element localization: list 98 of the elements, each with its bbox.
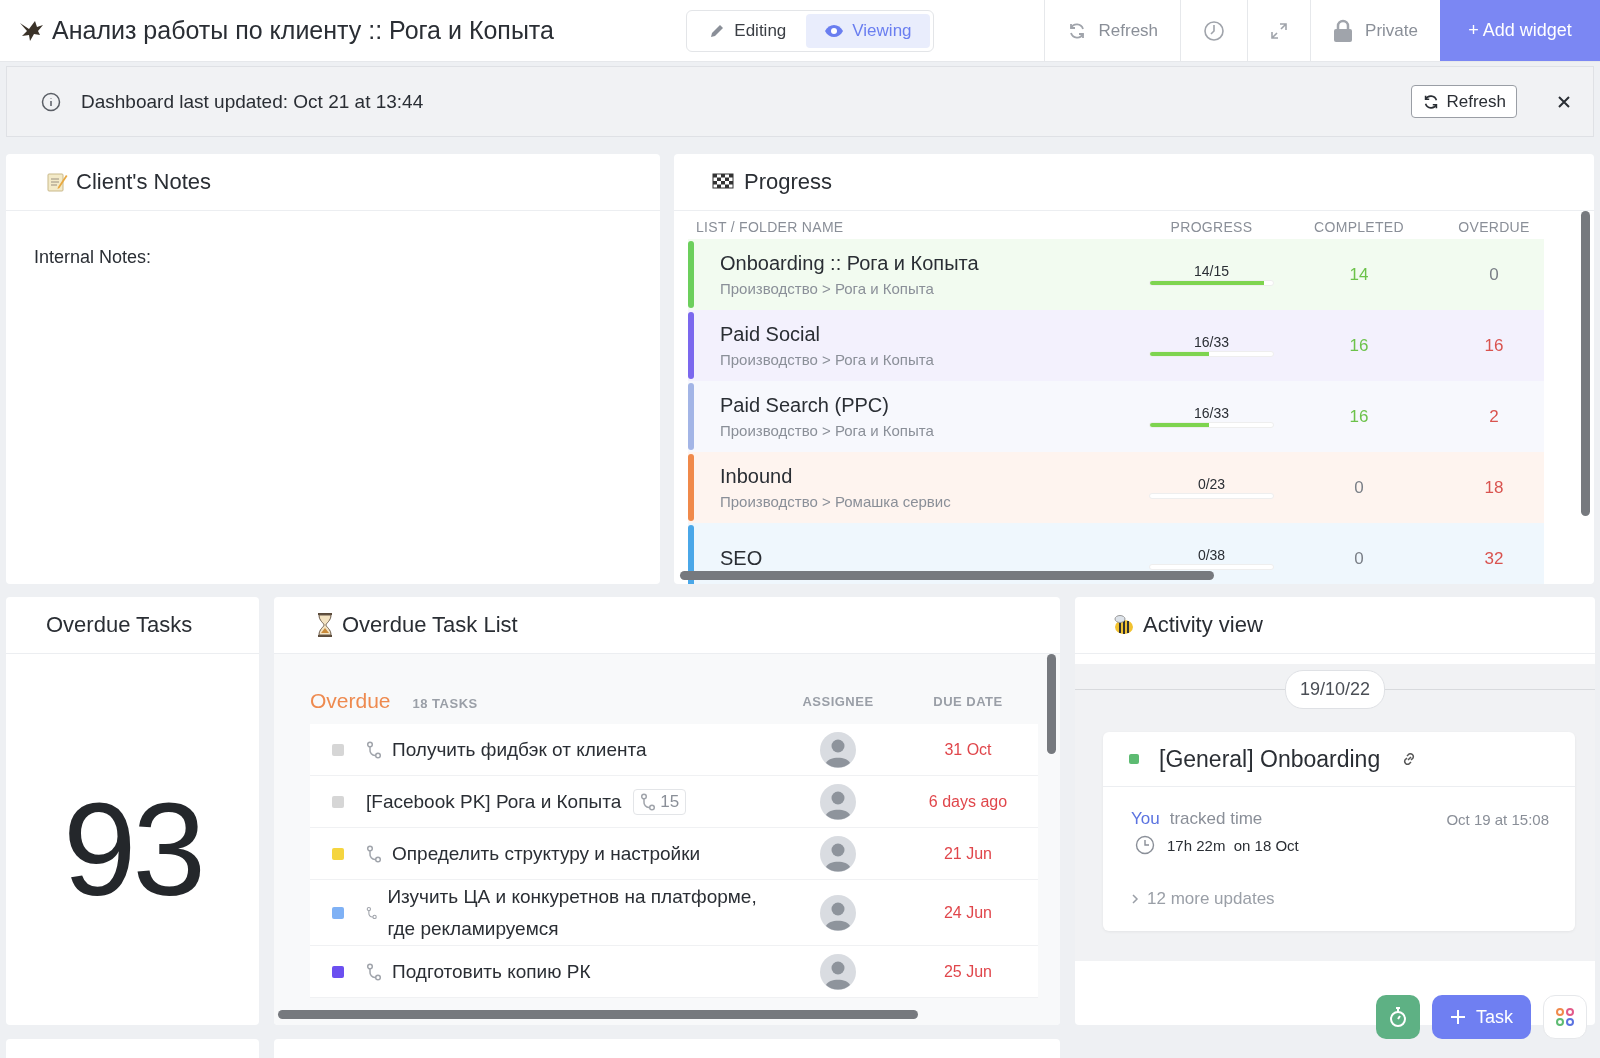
due-date: 25 Jun <box>942 962 993 981</box>
overdue-count: 2 <box>1488 406 1500 427</box>
status-square[interactable] <box>332 906 344 919</box>
list-name[interactable]: SEO <box>720 547 1149 570</box>
list-name[interactable]: Paid Search (PPC) <box>720 394 1149 417</box>
plus-icon <box>1450 1009 1466 1025</box>
overdue-total: 93 <box>62 775 203 925</box>
avatar <box>820 953 856 990</box>
list-row[interactable]: SEO 0/38 0 32 <box>688 523 1544 584</box>
checkered-flag-icon <box>712 172 736 192</box>
avatar <box>820 894 856 931</box>
list-row[interactable]: Inbound Производство > Ромашка сервис 0/23 0 18 <box>688 452 1544 523</box>
list-name[interactable]: Paid Social <box>720 323 1149 346</box>
chevron-icon <box>1131 893 1139 905</box>
widget-title: Progress <box>744 169 833 195</box>
folder-path: Производство > Рога и Копыта <box>720 280 935 297</box>
overdue-count: 0 <box>1488 264 1500 285</box>
task-name[interactable]: Изучить ЦА и конкуретнов на платформе, где рекламируемся <box>387 880 778 945</box>
due-date: 6 days ago <box>927 792 1009 811</box>
column-header: LIST / FOLDER NAME <box>696 219 845 235</box>
task-name[interactable]: Подготовить копию РК <box>392 955 591 988</box>
column-header: ASSIGNEE <box>801 693 875 709</box>
widget-title: Overdue Tasks <box>46 612 193 638</box>
due-date: 24 Jun <box>942 903 993 922</box>
progress-ratio: 16/33 <box>1193 334 1229 350</box>
refresh-button[interactable]: Refresh <box>1411 85 1517 118</box>
apps-button[interactable] <box>1543 995 1587 1039</box>
status-square[interactable] <box>332 965 344 978</box>
completed-count: 0 <box>1353 548 1365 569</box>
task-title[interactable]: [General] Onboarding <box>1159 745 1381 773</box>
overdue-count: 32 <box>1483 548 1505 569</box>
expand-icon <box>1270 21 1289 40</box>
apps-icon <box>1555 1007 1575 1027</box>
column-header: DUE DATE <box>932 693 1004 709</box>
list-name[interactable]: Inbound <box>720 465 1149 488</box>
date-label: 19/10/22 <box>1284 669 1386 709</box>
task-name[interactable]: Получить фидбэк от клиента <box>392 733 647 766</box>
overdue-count: 18 <box>1483 477 1505 498</box>
clock-icon <box>1203 19 1226 42</box>
column-header: OVERDUE <box>1457 219 1531 235</box>
progress-ratio: 0/38 <box>1197 547 1226 563</box>
progress-ratio: 0/23 <box>1197 476 1226 492</box>
scrollbar[interactable] <box>278 1010 918 1019</box>
actor-name[interactable]: You <box>1131 809 1160 829</box>
subtask-icon <box>366 962 382 981</box>
due-date: 31 Oct <box>943 740 993 759</box>
due-date: 21 Jun <box>942 844 993 863</box>
activity-time: Oct 19 at 15:08 <box>1446 810 1549 828</box>
group-name: Overdue <box>310 689 391 713</box>
activity-action: tracked time <box>1169 809 1264 829</box>
hourglass-icon <box>316 613 334 637</box>
progress-ratio: 14/15 <box>1193 263 1229 279</box>
task-name[interactable]: Определить структуру и настройки <box>392 837 701 870</box>
tracked-duration: 17h 22m on 18 Oct <box>1167 836 1299 854</box>
folder-path: Производство > Рога и Копыта <box>720 422 935 439</box>
info-icon <box>41 91 61 112</box>
scrollbar[interactable] <box>1047 654 1056 754</box>
subtask-icon <box>366 740 382 759</box>
progress-ratio: 16/33 <box>1193 405 1229 421</box>
notes-label: Internal Notes: <box>34 247 153 268</box>
list-row[interactable]: Paid Social Производство > Рога и Копыта 16/33 16 16 <box>688 310 1544 381</box>
mode-tab[interactable]: Editing <box>690 13 805 48</box>
list-row[interactable]: Onboarding :: Рога и Копыта Производство > Рога и Копыта 14/15 14 0 <box>688 239 1544 310</box>
dashboard-title: Анализ работы по клиенту :: Рога и Копыта <box>52 16 554 45</box>
overdue-count: 16 <box>1483 335 1505 356</box>
widget-title: Client's Notes <box>76 169 212 195</box>
memo-icon <box>46 171 68 193</box>
column-header: COMPLETED <box>1313 219 1405 235</box>
close-icon <box>1557 94 1571 109</box>
list-name[interactable]: Onboarding :: Рога и Копыта <box>720 252 1149 275</box>
timer-button[interactable] <box>1376 995 1420 1039</box>
clock-icon <box>1135 835 1155 855</box>
avatar <box>820 783 856 820</box>
widget-title: Overdue Task List <box>342 612 518 638</box>
subtask-icon <box>640 792 657 811</box>
widget-title: Activity view <box>1143 612 1263 638</box>
task-count: 18 TASKS <box>412 696 478 711</box>
avatar <box>820 835 856 872</box>
new-task-button[interactable]: Task <box>1432 995 1531 1039</box>
completed-count: 16 <box>1348 406 1370 427</box>
folder-path: Производство > Рога и Копыта <box>720 351 935 368</box>
scrollbar[interactable] <box>680 571 1214 580</box>
bee-icon <box>1111 614 1135 636</box>
eye-icon <box>824 23 845 38</box>
completed-count: 16 <box>1348 335 1370 356</box>
folder-path: Производство > Ромашка сервис <box>720 493 952 510</box>
lock-icon <box>1333 18 1354 43</box>
last-updated-text: Dashboard last updated: Oct 21 at 13:44 <box>81 90 425 113</box>
close-button[interactable] <box>1557 94 1571 109</box>
list-row[interactable]: Paid Search (PPC) Производство > Рога и Копыта 16/33 16 2 <box>688 381 1544 452</box>
stopwatch-icon <box>1388 1006 1408 1028</box>
subtask-icon <box>366 844 382 863</box>
column-header: PROGRESS <box>1169 219 1254 235</box>
avatar <box>820 731 856 768</box>
scrollbar[interactable] <box>1581 211 1590 516</box>
task-name[interactable]: [Facebook PK] Рога и Копыта <box>366 785 622 818</box>
completed-count: 0 <box>1353 477 1365 498</box>
completed-count: 14 <box>1348 264 1370 285</box>
